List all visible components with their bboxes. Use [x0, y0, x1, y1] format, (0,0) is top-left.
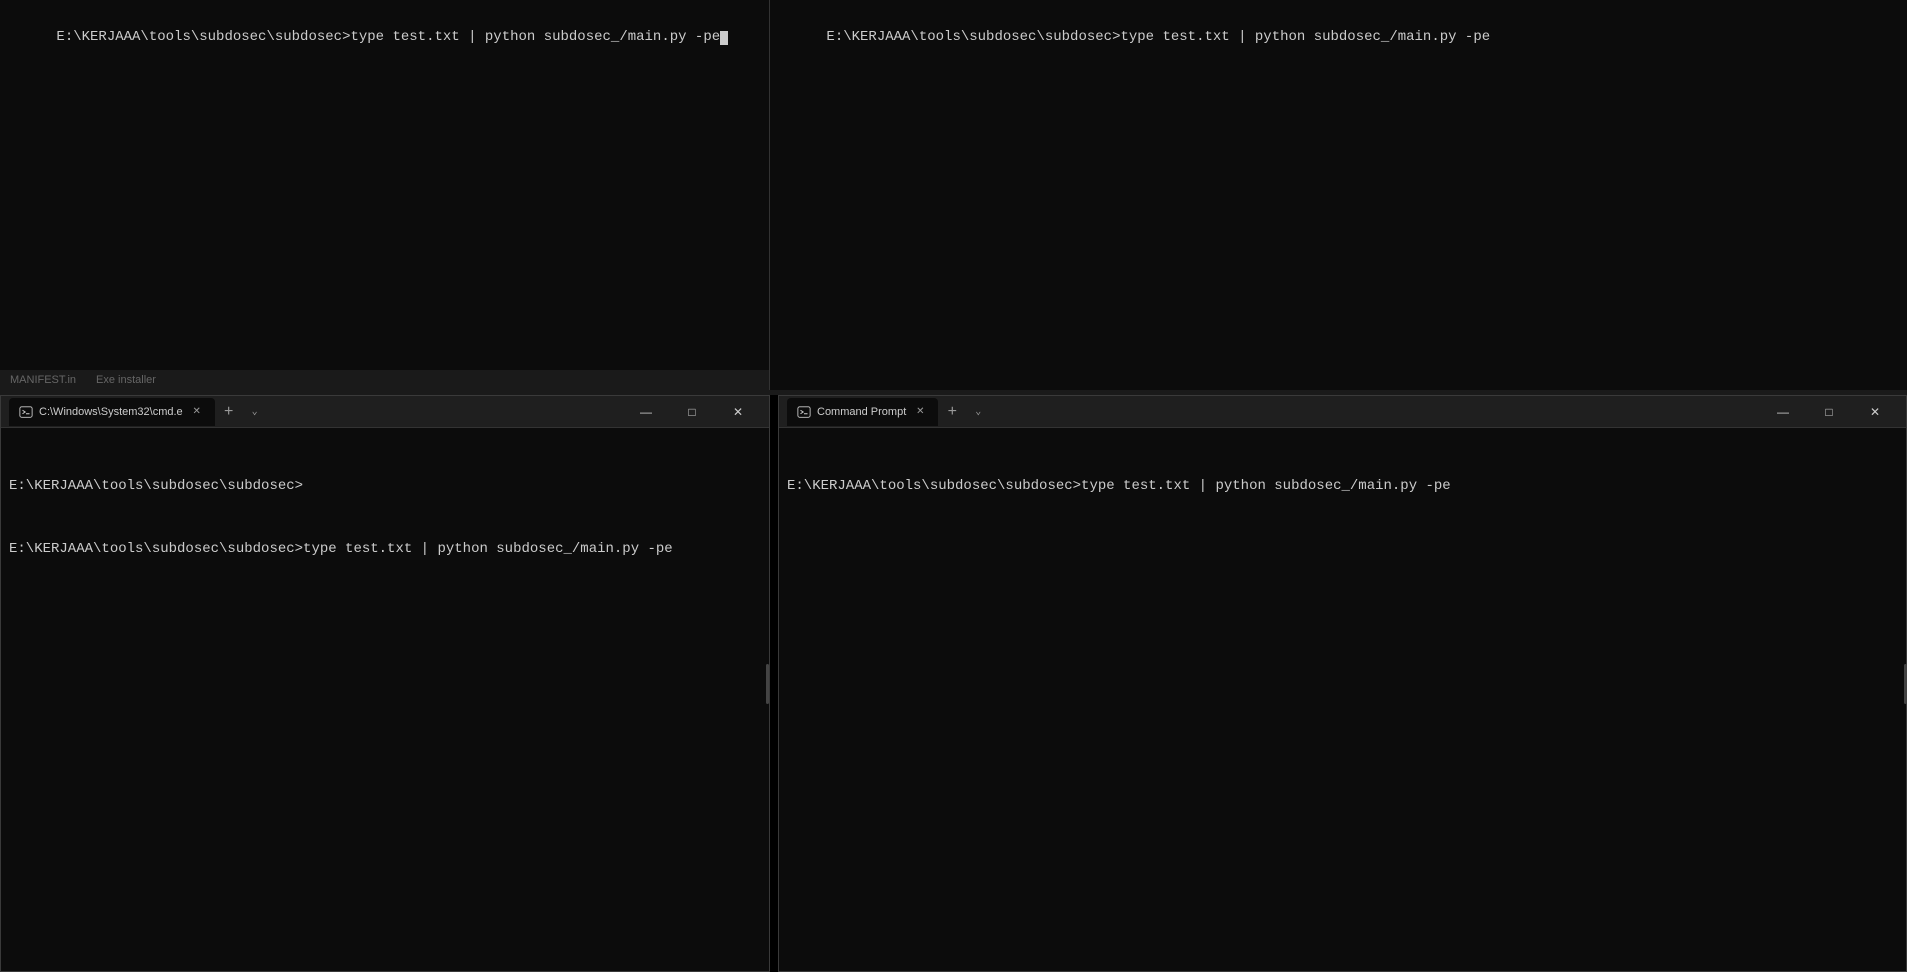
top-terminal-left[interactable]: E:\KERJAAA\tools\subdosec\subdosec>type …: [0, 0, 770, 390]
window-controls-right: — □ ✕: [1760, 396, 1898, 428]
tab-close-command-prompt[interactable]: ✕: [912, 404, 928, 420]
top-right-command: E:\KERJAAA\tools\subdosec\subdosec>type …: [826, 29, 1490, 45]
tab-add-left[interactable]: +: [215, 398, 243, 426]
minimize-btn-left[interactable]: —: [623, 396, 669, 428]
tab-dropdown-right[interactable]: ⌄: [966, 400, 990, 424]
title-bar-right-area: Command Prompt ✕ + ⌄: [787, 398, 1760, 426]
title-bar-left: C:\Windows\System32\cmd.e ✕ + ⌄ — □ ✕: [1, 396, 769, 428]
top-left-command: E:\KERJAAA\tools\subdosec\subdosec>type …: [56, 29, 720, 45]
terminal-line1-left: E:\KERJAAA\tools\subdosec\subdosec>: [9, 476, 761, 497]
bottom-half: C:\Windows\System32\cmd.e ✕ + ⌄ — □ ✕ E:…: [0, 395, 1907, 972]
terminal-line2-left: E:\KERJAAA\tools\subdosec\subdosec>type …: [9, 539, 761, 560]
close-btn-left[interactable]: ✕: [715, 396, 761, 428]
hint-item-manifest: MANIFEST.in: [10, 374, 76, 386]
tab-label-command-prompt: Command Prompt: [817, 406, 906, 418]
scrollbar-hint-left: [766, 664, 769, 704]
terminal-body-right[interactable]: E:\KERJAAA\tools\subdosec\subdosec>type …: [779, 428, 1906, 971]
tab-add-right[interactable]: +: [938, 398, 966, 426]
top-left-content: E:\KERJAAA\tools\subdosec\subdosec>type …: [0, 0, 769, 75]
top-right-content: E:\KERJAAA\tools\subdosec\subdosec>type …: [770, 0, 1907, 75]
close-btn-right[interactable]: ✕: [1852, 396, 1898, 428]
top-half: E:\KERJAAA\tools\subdosec\subdosec>type …: [0, 0, 1907, 390]
window-right[interactable]: Command Prompt ✕ + ⌄ — □ ✕ E:\KERJAAA\to…: [778, 395, 1907, 972]
title-bar-left-area: C:\Windows\System32\cmd.e ✕ + ⌄: [9, 398, 623, 426]
tab-label-cmd: C:\Windows\System32\cmd.e: [39, 406, 183, 418]
title-bar-right: Command Prompt ✕ + ⌄ — □ ✕: [779, 396, 1906, 428]
top-left-hint-bar: MANIFEST.in Exe installer: [0, 370, 769, 390]
maximize-btn-right[interactable]: □: [1806, 396, 1852, 428]
cmd-icon: [19, 405, 33, 419]
hint-item-installer: Exe installer: [96, 374, 156, 386]
maximize-btn-left[interactable]: □: [669, 396, 715, 428]
tab-close-cmd[interactable]: ✕: [189, 404, 205, 420]
window-controls-left: — □ ✕: [623, 396, 761, 428]
command-prompt-icon: [797, 405, 811, 419]
cursor-top-left: [720, 31, 728, 45]
tab-dropdown-left[interactable]: ⌄: [243, 400, 267, 424]
terminal-body-left[interactable]: E:\KERJAAA\tools\subdosec\subdosec> E:\K…: [1, 428, 769, 971]
tab-cmd[interactable]: C:\Windows\System32\cmd.e ✕: [9, 398, 215, 426]
window-left[interactable]: C:\Windows\System32\cmd.e ✕ + ⌄ — □ ✕ E:…: [0, 395, 770, 972]
terminal-line1-right: E:\KERJAAA\tools\subdosec\subdosec>type …: [787, 476, 1898, 497]
minimize-btn-right[interactable]: —: [1760, 396, 1806, 428]
tab-command-prompt[interactable]: Command Prompt ✕: [787, 398, 938, 426]
top-terminal-right[interactable]: E:\KERJAAA\tools\subdosec\subdosec>type …: [770, 0, 1907, 390]
